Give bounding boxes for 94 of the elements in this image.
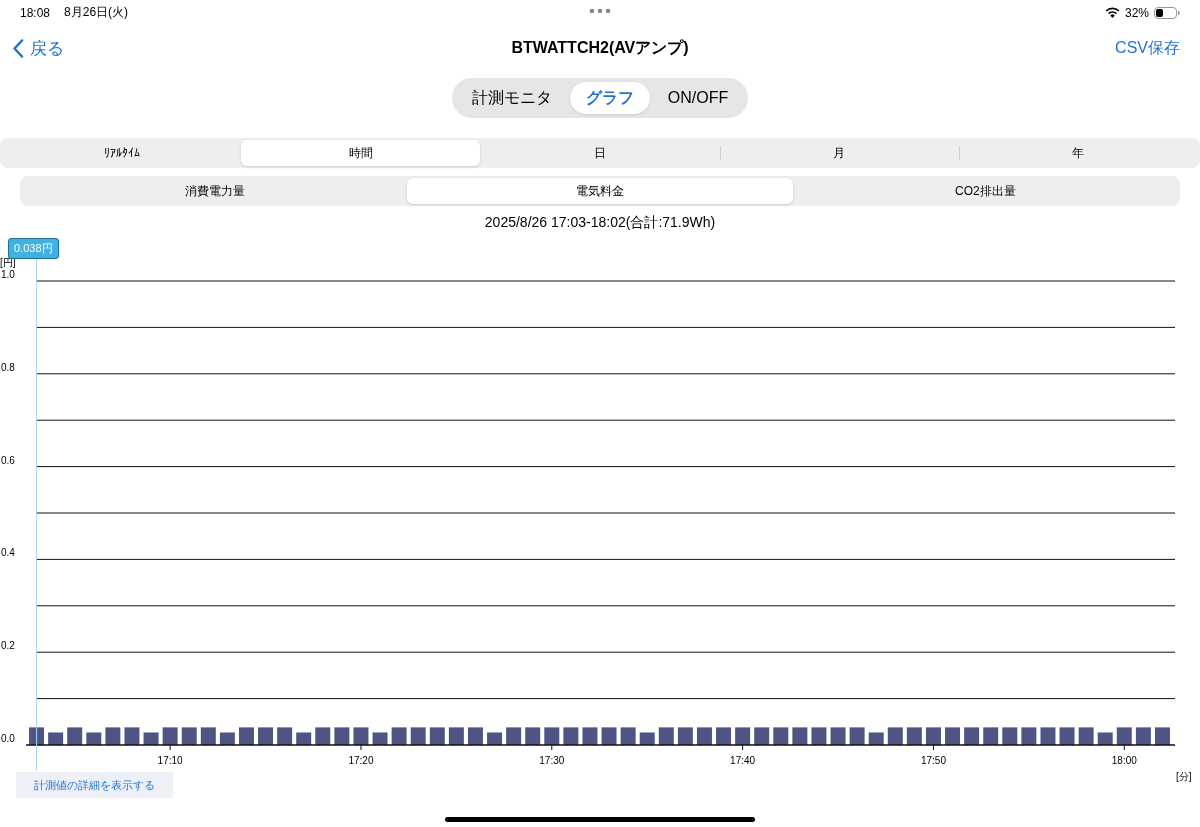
bar bbox=[258, 727, 274, 745]
bar bbox=[945, 727, 961, 745]
mode-tab[interactable]: 計測モニタ bbox=[455, 82, 568, 114]
more-dots-icon bbox=[589, 8, 611, 14]
bar bbox=[162, 727, 178, 745]
range-title: 2025/8/26 17:03-18:02(合計:71.9Wh) bbox=[483, 214, 717, 232]
bar bbox=[29, 727, 45, 745]
bar bbox=[448, 727, 464, 745]
bar bbox=[1021, 727, 1037, 745]
bar bbox=[410, 727, 426, 745]
bar bbox=[716, 727, 732, 745]
bar bbox=[754, 727, 770, 745]
segment-tab[interactable]: CO2排出量 bbox=[792, 178, 1178, 204]
x-tick-label: 17:30 bbox=[539, 755, 565, 766]
mode-tab[interactable]: ON/OFF bbox=[651, 82, 745, 114]
back-button[interactable]: 戻る bbox=[12, 37, 64, 60]
chevron-left-icon bbox=[12, 39, 24, 58]
show-details-button[interactable]: 計測値の詳細を表示する bbox=[16, 772, 173, 798]
y-tick-label: 0.4 bbox=[1, 547, 15, 559]
bar bbox=[181, 727, 197, 745]
segment-tab[interactable]: 電気料金 bbox=[407, 178, 793, 204]
bar bbox=[887, 727, 903, 745]
bar bbox=[830, 727, 846, 745]
bar bbox=[696, 727, 712, 745]
bar bbox=[658, 727, 674, 745]
y-tick-label: 1.0 bbox=[1, 269, 15, 280]
segment-tab[interactable]: 消費電力量 bbox=[22, 178, 408, 204]
back-label: 戻る bbox=[30, 38, 64, 60]
bar bbox=[582, 727, 598, 745]
bar bbox=[429, 727, 445, 745]
bar bbox=[467, 727, 483, 745]
bar bbox=[525, 727, 541, 745]
x-tick-label: 17:10 bbox=[157, 755, 183, 766]
segment-tab[interactable]: 日 bbox=[480, 140, 720, 166]
y-tick-label: 0.8 bbox=[1, 361, 15, 373]
bar bbox=[1002, 727, 1018, 745]
bar bbox=[1059, 727, 1075, 745]
segment-tab[interactable]: 年 bbox=[958, 140, 1198, 166]
bar bbox=[983, 727, 999, 745]
bar bbox=[315, 727, 331, 745]
bar bbox=[964, 727, 980, 745]
bar bbox=[544, 727, 560, 745]
bar bbox=[811, 727, 827, 745]
bar bbox=[200, 727, 216, 745]
status-time: 18:08 bbox=[20, 5, 51, 20]
bar bbox=[506, 727, 522, 745]
tick-mark bbox=[551, 744, 553, 751]
mode-tab[interactable]: グラフ bbox=[569, 82, 650, 114]
battery-icon bbox=[1154, 6, 1180, 19]
x-tick-label: 17:50 bbox=[920, 755, 946, 766]
bar bbox=[906, 727, 922, 745]
bar bbox=[124, 727, 140, 745]
tick-mark bbox=[169, 744, 171, 751]
bar bbox=[1135, 727, 1151, 745]
bar bbox=[773, 727, 789, 745]
bar bbox=[105, 727, 121, 745]
bar bbox=[620, 727, 636, 745]
bar bbox=[563, 727, 579, 745]
bar bbox=[1154, 727, 1170, 745]
tick-mark bbox=[1123, 744, 1125, 751]
segment-tab[interactable]: 時間 bbox=[241, 140, 481, 166]
y-tick-label: 0.0 bbox=[1, 733, 15, 744]
bar bbox=[334, 727, 350, 745]
y-tick-label: 0.2 bbox=[1, 640, 15, 652]
tick-mark bbox=[932, 744, 934, 751]
tick-mark bbox=[742, 744, 744, 751]
segment-tab[interactable]: 月 bbox=[719, 140, 959, 166]
bar bbox=[353, 727, 369, 745]
bar bbox=[849, 727, 865, 745]
bar bbox=[601, 727, 617, 745]
status-date: 8月26日(火) bbox=[64, 4, 129, 21]
x-tick-label: 17:40 bbox=[730, 755, 756, 766]
tick-mark bbox=[360, 744, 362, 751]
bar bbox=[67, 727, 83, 745]
bar bbox=[925, 727, 941, 745]
bar bbox=[1116, 727, 1132, 745]
csv-save-button[interactable]: CSV保存 bbox=[1115, 38, 1180, 59]
bar bbox=[735, 727, 751, 745]
y-tick-label: 0.6 bbox=[1, 454, 15, 466]
x-tick-label: 18:00 bbox=[1111, 755, 1137, 766]
battery-percent: 32% bbox=[1124, 5, 1149, 20]
bar bbox=[277, 727, 293, 745]
bar bbox=[677, 727, 693, 745]
bar bbox=[792, 727, 808, 745]
bar bbox=[391, 727, 407, 745]
wifi-icon bbox=[1104, 7, 1120, 18]
segment-tab[interactable]: ﾘｱﾙﾀｲﾑ bbox=[2, 140, 242, 166]
value-tooltip: 0.038円 bbox=[8, 238, 59, 259]
bar bbox=[238, 727, 254, 745]
x-axis-unit: [分] bbox=[1176, 771, 1192, 782]
x-tick-label: 17:20 bbox=[348, 755, 374, 766]
bar bbox=[1078, 727, 1094, 745]
screen-title: BTWATTCH2(AVアンプ) bbox=[511, 38, 689, 58]
bar bbox=[1040, 727, 1056, 745]
